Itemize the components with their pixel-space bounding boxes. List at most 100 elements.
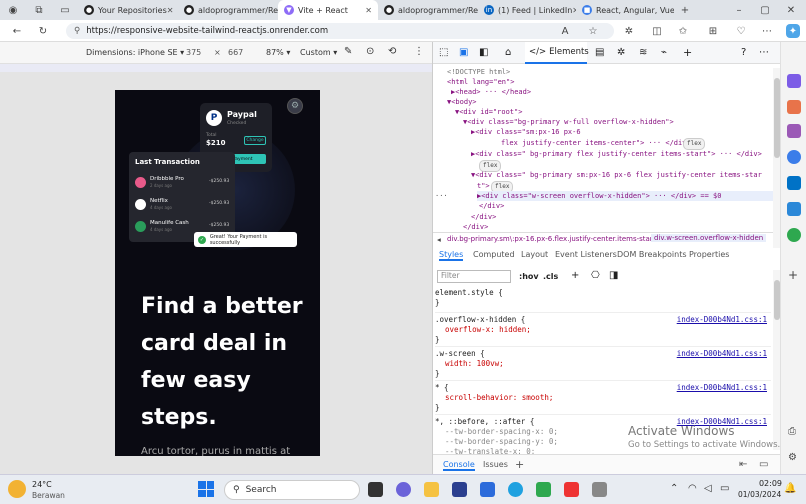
tree-icon[interactable] bbox=[787, 228, 801, 242]
add-drawer-tab-icon[interactable]: + bbox=[515, 458, 524, 471]
sidebar-toggle-icon[interactable]: ◨ bbox=[609, 270, 618, 281]
add-sidebar-icon[interactable]: + bbox=[788, 268, 798, 282]
sidebar-app-icon[interactable] bbox=[787, 74, 801, 88]
sources-icon[interactable]: ✲ bbox=[617, 47, 625, 58]
dom-line[interactable]: ▶<head> ··· </head> bbox=[451, 87, 531, 97]
close-tab-icon[interactable]: ✕ bbox=[365, 6, 372, 15]
inspect-icon[interactable]: ⬚ bbox=[439, 47, 448, 58]
drop-icon[interactable] bbox=[787, 202, 801, 216]
tab-event-listeners[interactable]: Event Listeners bbox=[555, 250, 617, 259]
dom-line[interactable]: t"> bbox=[477, 181, 490, 191]
crumb-current[interactable]: div.w-screen.overflow-x-hidden bbox=[651, 234, 767, 242]
edge-icon[interactable] bbox=[508, 482, 523, 497]
new-tab-icon[interactable]: + bbox=[678, 3, 692, 17]
split-screen-icon[interactable]: ◫ bbox=[650, 24, 664, 38]
shopping-icon[interactable] bbox=[787, 100, 801, 114]
more-options-icon[interactable]: ⋯ bbox=[760, 24, 774, 38]
favorites-icon[interactable]: ✩ bbox=[676, 24, 690, 38]
copilot-icon[interactable]: ✦ bbox=[786, 24, 800, 38]
dom-line-selected[interactable]: ▶<div class="w-screen overflow-x-hidden"… bbox=[477, 191, 773, 202]
dom-line[interactable]: ▼<div class=" bg-primary sm:px-16 px-6 f… bbox=[471, 170, 762, 180]
close-tab-icon[interactable]: ✕ bbox=[167, 6, 174, 15]
dom-line[interactable]: </div> bbox=[479, 201, 504, 211]
dom-line[interactable]: <html lang="en"> bbox=[447, 77, 514, 87]
task-view-icon[interactable] bbox=[368, 482, 383, 497]
dock-drawer-icon[interactable]: ⇤ bbox=[739, 459, 747, 470]
minimize-icon[interactable]: – bbox=[732, 3, 746, 17]
back-icon[interactable]: ← bbox=[10, 24, 24, 38]
new-rule-icon[interactable]: + bbox=[571, 270, 579, 281]
performance-icon[interactable]: ⌁ bbox=[661, 47, 667, 58]
weather-icon[interactable] bbox=[8, 480, 26, 498]
tab-dom-breakpoints[interactable]: DOM Breakpoints bbox=[617, 250, 687, 259]
zoom-select[interactable]: 87% ▾ bbox=[266, 48, 290, 57]
restore-icon[interactable]: ▢ bbox=[758, 3, 772, 17]
taskbar-search[interactable]: ⚲ Search bbox=[224, 480, 360, 500]
tab-styles[interactable]: Styles bbox=[439, 250, 464, 261]
temperature[interactable]: 24°C bbox=[32, 480, 52, 489]
tab-react-angular[interactable]: ■React, Angular, Vue, ...✕ bbox=[576, 0, 674, 20]
devtools-menu-icon[interactable]: ⋯ bbox=[759, 47, 769, 58]
console-icon[interactable]: ▤ bbox=[595, 47, 604, 58]
sidebar-settings-icon[interactable]: ⚙ bbox=[788, 452, 797, 463]
tab-your-repositories[interactable]: ● Your Repositories ✕ bbox=[78, 0, 178, 20]
styles-filter-input[interactable]: Filter bbox=[437, 270, 511, 283]
tab-layout[interactable]: Layout bbox=[521, 250, 548, 259]
welcome-icon[interactable]: ⌂ bbox=[505, 47, 511, 58]
computed-styles-icon[interactable]: ⎔ bbox=[591, 270, 600, 281]
profile-icon[interactable]: ◉ bbox=[6, 3, 20, 17]
games-icon[interactable] bbox=[787, 124, 801, 138]
settings-icon[interactable]: ⚙ bbox=[287, 98, 303, 114]
crumb-parent[interactable]: div.bg-primary.sm\:px-16.px-6.flex.justi… bbox=[447, 235, 655, 243]
height-input[interactable]: 667 bbox=[228, 48, 243, 57]
network-icon[interactable]: ≋ bbox=[639, 47, 647, 58]
notification-icon[interactable]: 🔔 bbox=[784, 483, 796, 494]
spreadsheet-icon[interactable] bbox=[536, 482, 551, 497]
workspaces-icon[interactable]: ⧉ bbox=[32, 3, 46, 17]
device-toggle-icon[interactable]: ▣ bbox=[459, 47, 468, 58]
dom-line[interactable]: ▼<div id="root"> bbox=[455, 107, 522, 117]
weather-text[interactable]: Berawan bbox=[32, 491, 65, 500]
favorite-star-icon[interactable]: ☆ bbox=[586, 24, 600, 38]
cls-toggle[interactable]: .cls bbox=[543, 272, 558, 281]
tab-properties[interactable]: Properties bbox=[689, 250, 729, 259]
rotate-icon[interactable]: ⟲ bbox=[388, 46, 396, 57]
crumb-back-icon[interactable]: ◂ bbox=[437, 235, 441, 244]
snipping-tool-icon[interactable] bbox=[592, 482, 607, 497]
sidebar-screenshot-icon[interactable]: ⎙ bbox=[788, 426, 796, 437]
reload-icon[interactable]: ↻ bbox=[36, 24, 50, 38]
tab-vite-react[interactable]: ▼ Vite + React ✕ bbox=[278, 0, 378, 20]
visual-studio-icon[interactable] bbox=[452, 482, 467, 497]
collections-icon[interactable]: ⊞ bbox=[706, 24, 720, 38]
dom-line[interactable]: flex justify-center items-center"> ··· <… bbox=[501, 138, 691, 148]
clock-date[interactable]: 01/03/2024 bbox=[738, 490, 781, 499]
dom-line[interactable]: ▼<body> bbox=[447, 97, 477, 107]
help-icon[interactable]: ? bbox=[741, 47, 746, 58]
tray-chevron-icon[interactable]: ⌃ bbox=[670, 483, 678, 494]
dom-line[interactable]: <!DOCTYPE html> bbox=[447, 67, 510, 77]
store-icon[interactable] bbox=[480, 482, 495, 497]
site-info-icon[interactable]: ⚲ bbox=[74, 26, 80, 36]
tab-aldoprogrammer-2[interactable]: ●aldoprogrammer/Resp...✕ bbox=[378, 0, 478, 20]
device-more-icon[interactable]: ⋮ bbox=[414, 46, 424, 57]
dom-line[interactable]: ▼<div class="bg-primary w-full overflow-… bbox=[463, 117, 674, 127]
tab-computed[interactable]: Computed bbox=[473, 250, 515, 259]
wifi-icon[interactable]: ◠ bbox=[688, 483, 697, 494]
windows-start-icon[interactable] bbox=[198, 481, 214, 497]
battery-icon[interactable]: ▭ bbox=[720, 483, 729, 494]
dom-line[interactable]: </div> bbox=[471, 212, 496, 222]
change-button[interactable]: Change bbox=[244, 136, 266, 145]
sensors-icon[interactable]: ⊙ bbox=[366, 46, 374, 57]
tab-aldoprogrammer-1[interactable]: ●aldoprogrammer/Resp...✕ bbox=[178, 0, 278, 20]
pen-icon[interactable]: ✎ bbox=[344, 46, 352, 57]
drawer-layout-icon[interactable]: ▭ bbox=[759, 459, 768, 470]
add-panel-icon[interactable]: + bbox=[683, 46, 692, 59]
extension-icon[interactable]: ✲ bbox=[622, 24, 636, 38]
throttle-select[interactable]: Custom ▾ bbox=[300, 48, 337, 57]
device-select[interactable]: Dimensions: iPhone SE ▾ bbox=[86, 48, 184, 57]
width-input[interactable]: 375 bbox=[186, 48, 201, 57]
dock-icon[interactable]: ◧ bbox=[479, 47, 488, 58]
clock-time[interactable]: 02:09 bbox=[752, 479, 782, 488]
dom-line[interactable]: </div> bbox=[463, 222, 488, 232]
hov-toggle[interactable]: :hov bbox=[519, 272, 539, 281]
